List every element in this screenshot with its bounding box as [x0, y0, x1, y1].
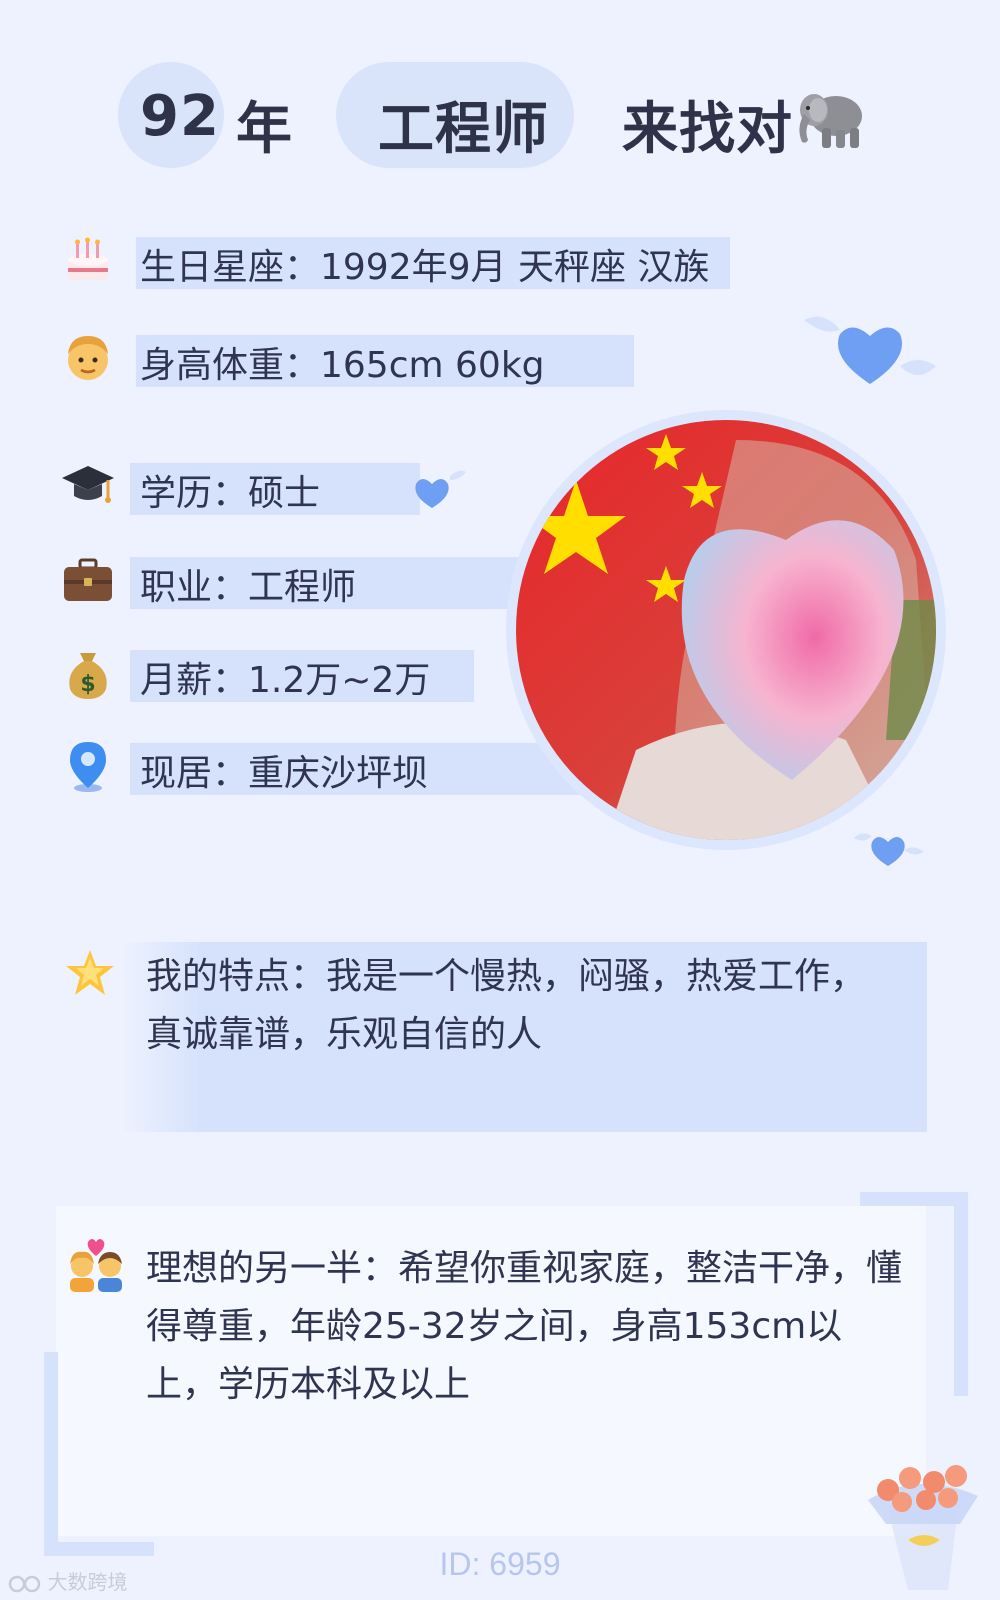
- elephant-icon: [799, 94, 862, 148]
- bracket-decoration: [44, 1352, 154, 1556]
- info-height-weight-text: 身高体重：165cm 60kg: [140, 345, 545, 386]
- money-bag-icon: $: [69, 653, 107, 699]
- watermark-text: 大数跨境: [47, 1572, 128, 1594]
- svg-text:$: $: [80, 672, 95, 697]
- profile-photo: [516, 420, 936, 840]
- info-occupation-text: 职业：工程师: [140, 567, 357, 608]
- info-education-text: 学历：硕士: [140, 473, 321, 514]
- profile-id: ID: 6959: [439, 1546, 561, 1582]
- info-birthday-text: 生日星座：1992年9月 天秤座 汉族: [140, 247, 710, 288]
- header-occupation: 工程师: [378, 97, 549, 162]
- info-salary-text: 月薪：1.2万~2万: [140, 660, 431, 701]
- watermark-logo: 大数跨境: [8, 1566, 128, 1595]
- header-tagline: 来找对: [622, 97, 793, 162]
- graduation-cap-icon: [62, 466, 114, 503]
- winged-heart-icon: [804, 316, 936, 384]
- couple-heart-icon: [70, 1239, 122, 1292]
- info-location-text: 现居：重庆沙坪坝: [140, 753, 429, 794]
- small-heart-icon: [398, 470, 466, 508]
- header: 92 年 工程师 来找对: [0, 62, 1000, 172]
- traits-text: 我的特点：我是一个慢热，闷骚，热爱工作，真诚靠谱，乐观自信的人: [146, 956, 867, 1055]
- birthday-cake-icon: [68, 237, 108, 280]
- header-age: 92: [140, 84, 220, 149]
- watermark-icon: [8, 1575, 41, 1592]
- small-heart-icon: [854, 833, 924, 866]
- location-pin-icon: [70, 742, 106, 792]
- ideal-partner-text: 理想的另一半：希望你重视家庭，整洁干净，懂得尊重，年龄25-32岁之间，身高15…: [146, 1248, 903, 1405]
- briefcase-icon: [64, 558, 112, 601]
- man-face-icon: [68, 336, 108, 380]
- header-age-unit: 年: [236, 97, 293, 162]
- star-icon: [66, 950, 114, 995]
